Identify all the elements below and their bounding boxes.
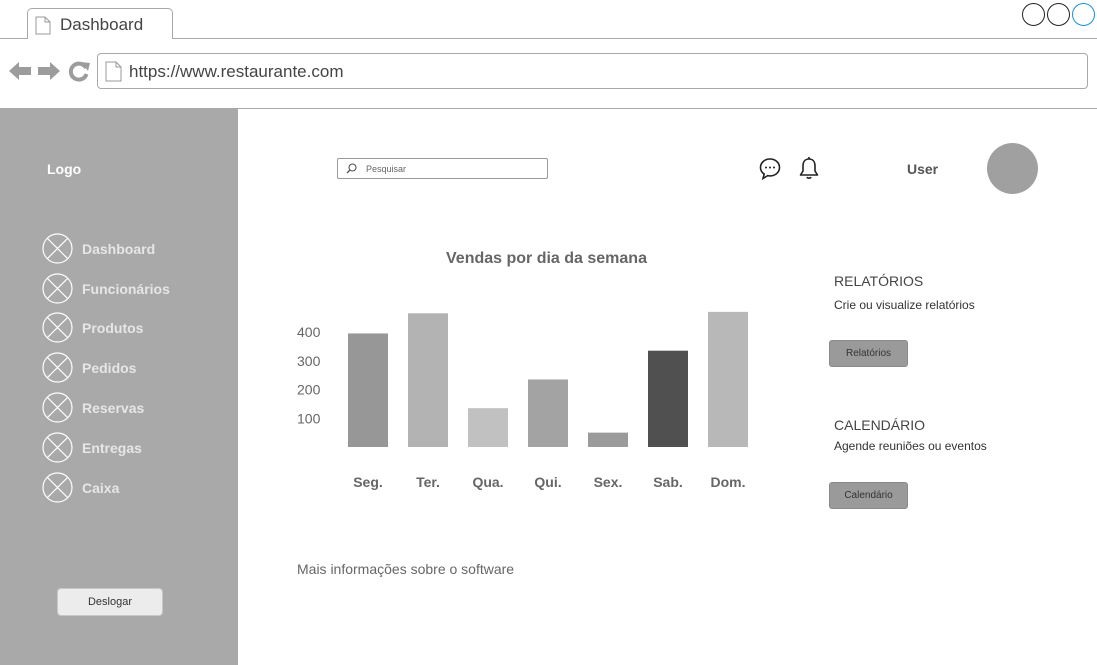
- sales-bar-chart: 100 200 300 400 Seg. Ter. Qua. Qui. Sex. Sab. Dom.: [297, 311, 748, 490]
- y-tick-label: 100: [297, 410, 321, 426]
- forward-arrow-icon[interactable]: [37, 59, 61, 83]
- sidebar-item-label: Funcionários: [82, 281, 170, 297]
- x-category-label: Ter.: [416, 474, 440, 490]
- reports-description: Crie ou visualize relatórios: [834, 298, 975, 312]
- calendar-description: Agende reuniões ou eventos: [834, 439, 987, 453]
- sidebar-item-funcionarios[interactable]: Funcionários: [42, 273, 222, 305]
- chart-bar: [408, 313, 448, 447]
- bell-icon[interactable]: [797, 156, 821, 182]
- chart-bar: [468, 408, 508, 447]
- search-icon: [346, 163, 357, 174]
- placeholder-icon: [42, 312, 73, 343]
- search-input[interactable]: [366, 161, 541, 176]
- x-category-label: Seg.: [353, 474, 383, 490]
- x-category-label: Qua.: [472, 474, 503, 490]
- chart-bar: [708, 311, 748, 447]
- sidebar-item-label: Caixa: [82, 480, 120, 496]
- browser-toolbar: https://www.restaurante.com: [0, 39, 1097, 109]
- logout-button[interactable]: Deslogar: [57, 588, 163, 616]
- url-text: https://www.restaurante.com: [129, 62, 344, 81]
- sidebar-item-reservas[interactable]: Reservas: [42, 392, 222, 424]
- x-category-label: Sex.: [594, 474, 623, 490]
- browser-tab[interactable]: Dashboard: [27, 8, 173, 40]
- chart-bar: [348, 333, 388, 447]
- back-arrow-icon[interactable]: [8, 59, 32, 83]
- placeholder-icon: [42, 352, 73, 383]
- close-button[interactable]: [1072, 3, 1095, 26]
- page-icon: [105, 61, 122, 82]
- reports-heading: RELATÓRIOS: [834, 273, 924, 289]
- y-tick-label: 300: [297, 353, 321, 369]
- browser-tab-bar: Dashboard: [0, 0, 1097, 40]
- more-info-link[interactable]: Mais informações sobre o software: [297, 561, 514, 577]
- user-name: User: [907, 161, 939, 177]
- sidebar-item-pedidos[interactable]: Pedidos: [42, 352, 222, 384]
- y-tick-label: 200: [297, 382, 321, 398]
- sidebar-item-caixa[interactable]: Caixa: [42, 472, 222, 504]
- search-box[interactable]: [337, 158, 548, 179]
- x-category-label: Sab.: [653, 474, 683, 490]
- placeholder-icon: [42, 233, 73, 264]
- minimize-button[interactable]: [1022, 3, 1045, 26]
- placeholder-icon: [42, 432, 73, 463]
- chart-bar: [588, 432, 628, 447]
- sidebar-item-entregas[interactable]: Entregas: [42, 432, 222, 464]
- sidebar-item-label: Dashboard: [82, 241, 156, 257]
- x-category-label: Dom.: [711, 474, 746, 490]
- sidebar-item-label: Reservas: [82, 400, 145, 416]
- chart-bar: [528, 379, 568, 447]
- logo: Logo: [47, 161, 82, 177]
- reports-button[interactable]: Relatórios: [829, 340, 908, 367]
- calendar-heading: CALENDÁRIO: [834, 417, 926, 433]
- tab-title: Dashboard: [60, 15, 144, 34]
- reload-icon[interactable]: [67, 59, 91, 83]
- avatar[interactable]: [987, 143, 1038, 194]
- sidebar: Logo Dashboard Funcionários Produtos Ped…: [0, 109, 238, 665]
- chat-icon[interactable]: [758, 156, 782, 182]
- window-controls: [1022, 3, 1095, 26]
- placeholder-icon: [42, 273, 73, 304]
- sidebar-item-label: Entregas: [82, 440, 142, 456]
- sidebar-item-produtos[interactable]: Produtos: [42, 312, 222, 344]
- address-bar[interactable]: https://www.restaurante.com: [97, 53, 1088, 89]
- sidebar-item-dashboard[interactable]: Dashboard: [42, 233, 222, 265]
- restore-button[interactable]: [1047, 3, 1070, 26]
- placeholder-icon: [42, 472, 73, 503]
- page-icon: [35, 16, 51, 35]
- sidebar-item-label: Pedidos: [82, 360, 137, 376]
- sidebar-item-label: Produtos: [82, 320, 144, 336]
- x-category-label: Qui.: [534, 474, 561, 490]
- y-tick-label: 400: [297, 324, 321, 340]
- placeholder-icon: [42, 392, 73, 423]
- chart-bar: [648, 350, 688, 447]
- calendar-button[interactable]: Calendário: [829, 482, 908, 509]
- chart-title: Vendas por dia da semana: [446, 250, 647, 267]
